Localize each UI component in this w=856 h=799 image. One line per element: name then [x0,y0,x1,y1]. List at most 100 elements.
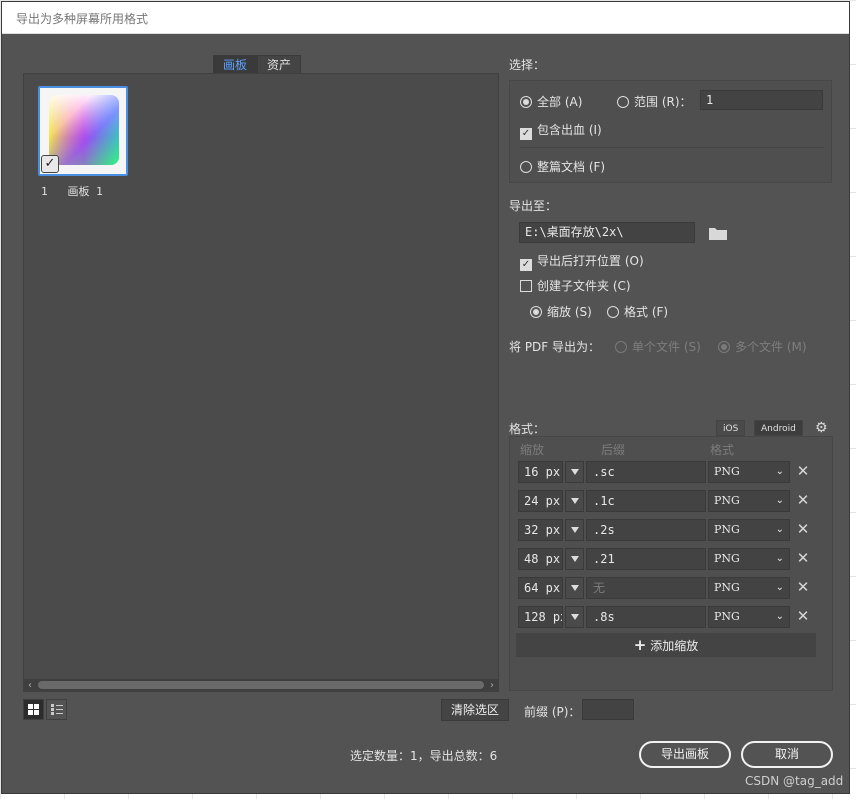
scale-dropdown-button[interactable] [565,490,584,512]
bleed-label: 包含出血 (I) [537,123,602,137]
format-select[interactable]: PNG ⌄ [708,461,790,483]
radio-format-indicator [607,306,619,318]
export-artboards-button[interactable]: 导出画板 [639,741,731,768]
add-scale-label: 添加缩放 [650,639,699,653]
checkbox-create-subfolder[interactable]: 创建子文件夹 (C) [520,277,631,294]
prefix-input[interactable] [582,699,634,720]
radio-scale-label: 缩放 (S) [547,305,592,319]
format-row: 48 px .21 PNG ⌄ ✕ [518,548,813,570]
radio-pdf-multiple[interactable]: 多个文件 (M) [718,338,807,355]
radio-whole-document[interactable]: 整篇文档 (F) [520,158,605,175]
select-section-label: 选择： [509,58,546,72]
chevron-down-icon: ⌄ [775,524,784,535]
radio-pdf-multi-indicator [718,341,730,353]
cancel-button[interactable]: 取消 [741,741,833,768]
close-icon[interactable]: ✕ [795,608,811,624]
chevron-down-icon: ⌄ [775,611,784,622]
dropdown-arrow-icon [570,469,579,475]
scroll-left-icon[interactable]: ‹ [24,680,36,691]
artboard-preview [49,95,119,165]
scale-dropdown-button[interactable] [565,606,584,628]
radio-format-label: 格式 (F) [624,305,669,319]
radio-scale-indicator [530,306,542,318]
radio-by-format[interactable]: 格式 (F) [607,303,668,320]
suffix-input[interactable]: .8s [586,606,706,628]
suffix-input[interactable]: .2s [586,519,706,541]
tab-android-preset[interactable]: Android [754,420,803,436]
checkbox-include-bleed[interactable]: ✓ 包含出血 (I) [520,121,602,140]
close-icon[interactable]: ✕ [795,579,811,595]
close-icon[interactable]: ✕ [795,492,811,508]
grid-view-button[interactable] [23,699,44,720]
scale-input[interactable]: 24 px [518,490,563,512]
close-icon[interactable]: ✕ [795,550,811,566]
radio-range[interactable]: 范围 (R)： [617,93,692,110]
artboard-thumbnail[interactable]: ✓ [38,86,128,176]
watermark: CSDN @tag_add [745,774,844,788]
scale-dropdown-button[interactable] [565,548,584,570]
add-scale-button[interactable]: + 添加缩放 [516,633,816,657]
range-input[interactable]: 1 [700,90,823,110]
scrollbar-thumb[interactable] [38,681,484,689]
radio-all[interactable]: 全部 (A) [520,93,582,110]
list-view-button[interactable] [46,699,67,720]
column-header-scale: 缩放 [520,443,545,457]
scale-input[interactable]: 64 px [518,577,563,599]
format-select-value: PNG [714,465,740,478]
tab-ios-preset[interactable]: iOS [716,420,746,436]
column-header-format: 格式 [710,443,735,457]
format-select[interactable]: PNG ⌄ [708,548,790,570]
left-tabs: 画板 资产 [213,55,302,74]
tab-artboards[interactable]: 画板 [213,55,258,74]
chevron-down-icon: ⌄ [775,466,784,477]
folder-icon[interactable] [709,226,727,243]
artboard-label: 1 画板 1 [41,183,103,199]
format-row: 128 px .8s PNG ⌄ ✕ [518,606,813,628]
checkbox-open-after-export[interactable]: ✓ 导出后打开位置 (O) [520,252,644,271]
format-row: 16 px .sc PNG ⌄ ✕ [518,461,813,483]
suffix-input[interactable]: .1c [586,490,706,512]
radio-pdf-single[interactable]: 单个文件 (S) [615,338,701,355]
chevron-down-icon: ⌄ [775,582,784,593]
column-header-suffix: 后缀 [601,443,626,457]
format-select-value: PNG [714,552,740,565]
format-select[interactable]: PNG ⌄ [708,519,790,541]
export-to-label: 导出至： [509,199,558,213]
scale-dropdown-button[interactable] [565,519,584,541]
format-row: 24 px .1c PNG ⌄ ✕ [518,490,813,512]
open-after-check-icon: ✓ [520,259,532,271]
artboard-checkbox[interactable]: ✓ [41,155,59,173]
close-icon[interactable]: ✕ [795,463,811,479]
formats-label: 格式： [509,422,546,436]
divider [520,147,824,148]
horizontal-scrollbar[interactable]: ‹ › [24,679,498,691]
scale-input[interactable]: 16 px [518,461,563,483]
suffix-input[interactable]: 无 [586,577,706,599]
suffix-input[interactable]: .sc [586,461,706,483]
scale-input[interactable]: 48 px [518,548,563,570]
dropdown-arrow-icon [570,498,579,504]
radio-by-scale[interactable]: 缩放 (S) [530,303,592,320]
format-select-value: PNG [714,523,740,536]
format-select[interactable]: PNG ⌄ [708,490,790,512]
artboard-name: 画板 1 [67,185,103,198]
suffix-input[interactable]: .21 [586,548,706,570]
subfolder-label: 创建子文件夹 (C) [537,279,631,293]
scale-input[interactable]: 128 px [518,606,563,628]
scale-input[interactable]: 32 px [518,519,563,541]
format-select-value: PNG [714,494,740,507]
whole-doc-label: 整篇文档 (F) [537,160,606,174]
radio-range-indicator [617,96,629,108]
radio-all-indicator [520,96,532,108]
scale-dropdown-button[interactable] [565,461,584,483]
clear-selection-button[interactable]: 清除选区 [441,699,510,721]
scroll-right-icon[interactable]: › [486,680,498,691]
format-select[interactable]: PNG ⌄ [708,606,790,628]
format-select[interactable]: PNG ⌄ [708,577,790,599]
close-icon[interactable]: ✕ [795,521,811,537]
export-path-input[interactable]: E:\桌面存放\2x\ [519,222,695,243]
tab-assets[interactable]: 资产 [257,55,302,74]
gear-icon[interactable]: ⚙ [815,420,828,436]
scale-dropdown-button[interactable] [565,577,584,599]
status-text: 选定数量：1，导出总数：6 [350,749,498,763]
